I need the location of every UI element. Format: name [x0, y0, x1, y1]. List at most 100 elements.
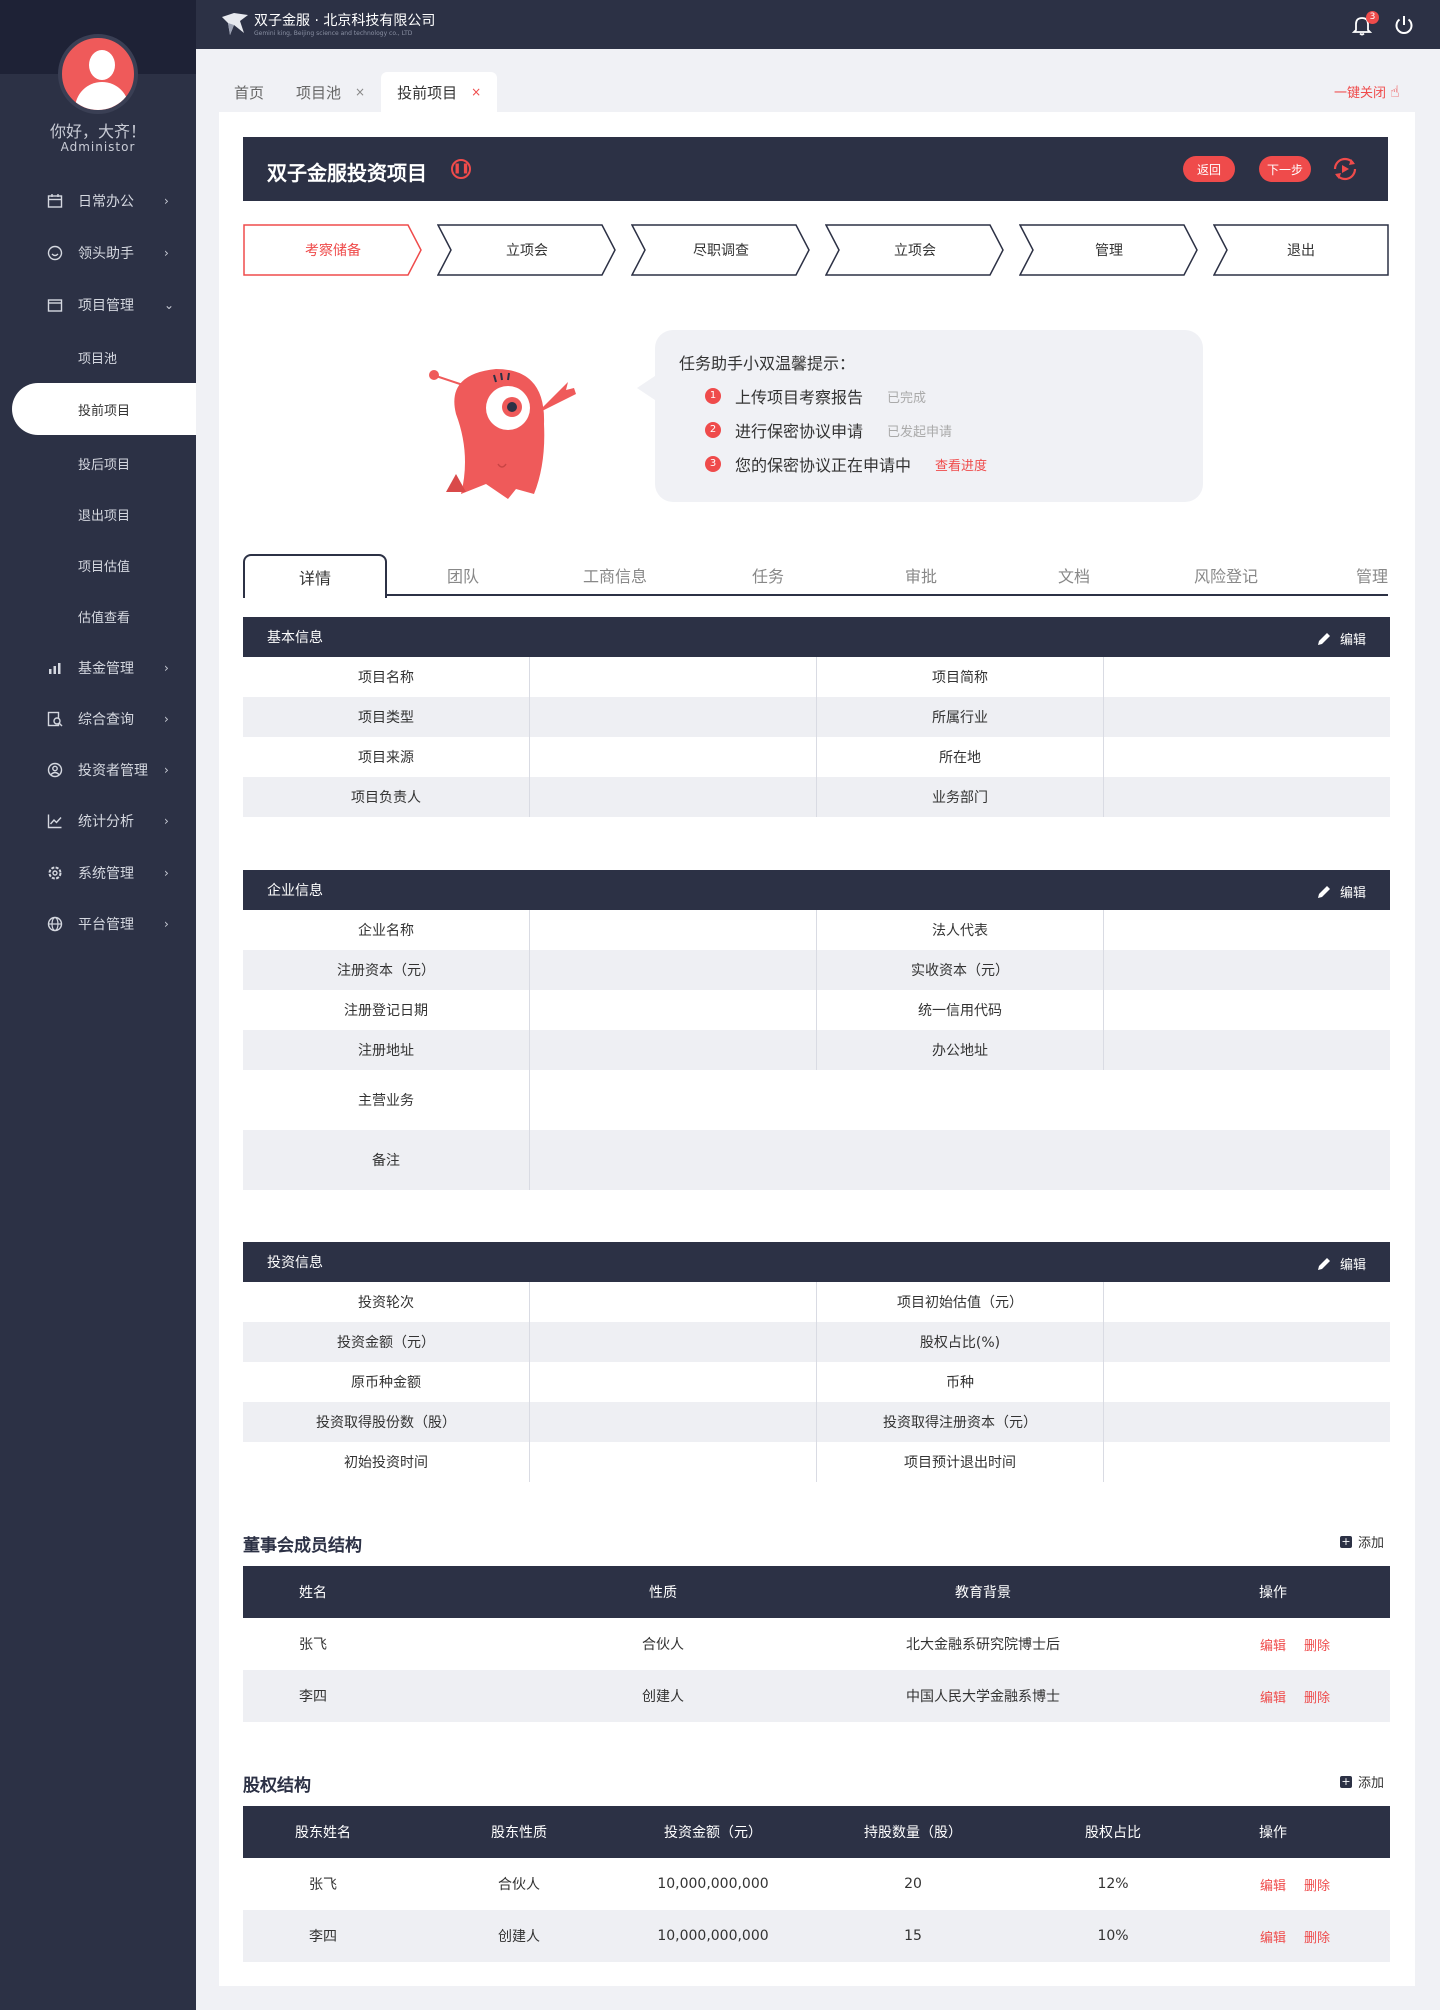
sidebar-sub-post-investment[interactable]: 投后项目 — [0, 443, 196, 483]
user-role: Administor — [60, 140, 136, 154]
step-inspection[interactable]: 考察储备 — [243, 224, 423, 276]
avatar[interactable] — [58, 34, 138, 114]
info-row: 项目名称 项目简称 — [243, 657, 1390, 697]
sidebar-item-label: 项目管理 — [78, 298, 134, 314]
tab-tasks[interactable]: 任务 — [696, 554, 840, 596]
sidebar-item-investor-management[interactable]: 投资者管理 › — [0, 750, 196, 790]
next-step-button[interactable]: 下一步 — [1259, 156, 1311, 182]
user-greeting: 你好，大齐！ — [49, 122, 146, 141]
info-row: 项目类型 所属行业 — [243, 697, 1390, 737]
tab-business-info[interactable]: 工商信息 — [543, 554, 687, 596]
board-table: 姓名 性质 教育背景 操作 张飞 合伙人 北大金融系研究院博士后 编辑 删除 李… — [243, 1566, 1390, 1722]
value-cell — [1104, 990, 1390, 1030]
tab-details[interactable]: 详情 — [243, 554, 387, 598]
step-approval-meeting-2[interactable]: 立项会 — [825, 224, 1005, 276]
value-cell — [1104, 777, 1390, 817]
chevron-right-icon: › — [164, 866, 169, 880]
add-board-member-button[interactable]: + 添加 — [1340, 1532, 1384, 1551]
value-cell — [530, 1402, 817, 1442]
info-row: 注册资本（元） 实收资本（元） — [243, 950, 1390, 990]
sidebar-item-statistics[interactable]: 统计分析 › — [0, 801, 196, 841]
sidebar-sub-valuation-view[interactable]: 估值查看 — [0, 596, 196, 636]
project-header: 双子金服投资项目 ❚❚ 返回 下一步 — [243, 137, 1388, 201]
tab-team[interactable]: 团队 — [391, 554, 535, 596]
equity-table: 股东姓名 股东性质 投资金额（元） 持股数量（股） 股权占比 操作 张飞 合伙人… — [243, 1806, 1390, 1962]
value-cell — [530, 777, 817, 817]
sidebar-item-lead-assistant[interactable]: 领头助手 › — [0, 233, 196, 273]
edit-button[interactable]: 编辑 — [1316, 1254, 1366, 1273]
edit-button[interactable]: 编辑 — [1316, 629, 1366, 648]
sidebar-item-label: 统计分析 — [78, 814, 134, 830]
brand-logo[interactable]: 双子金服 · 北京科技有限公司 Gemini king, Beijing sci… — [220, 10, 435, 37]
sidebar-sub-exit-project[interactable]: 退出项目 — [0, 494, 196, 534]
value-cell — [1104, 950, 1390, 990]
value-cell — [1104, 1362, 1390, 1402]
tab-risk-register[interactable]: 风险登记 — [1154, 554, 1298, 596]
step-management[interactable]: 管理 — [1019, 224, 1199, 276]
sidebar-sub-project-pool[interactable]: 项目池 — [0, 337, 196, 377]
info-row: 注册登记日期 统一信用代码 — [243, 990, 1390, 1030]
add-shareholder-button[interactable]: + 添加 — [1340, 1772, 1384, 1791]
edit-row-button[interactable]: 编辑 — [1255, 1618, 1291, 1670]
mascot-illustration — [429, 369, 576, 499]
view-progress-link[interactable]: 查看进度 — [935, 455, 987, 474]
close-icon[interactable]: × — [355, 85, 365, 99]
tab-pre-investment[interactable]: 投前项目 × — [381, 72, 498, 112]
power-icon[interactable] — [1393, 14, 1415, 36]
sidebar-item-fund-management[interactable]: 基金管理 › — [0, 648, 196, 688]
value-cell — [1104, 1282, 1390, 1322]
tip-item: 2 进行保密协议申请 已发起申请 — [705, 418, 952, 442]
refresh-play-icon[interactable] — [1331, 155, 1359, 183]
line-chart-icon — [46, 812, 64, 830]
value-cell — [530, 1282, 817, 1322]
sidebar-item-project-management[interactable]: 项目管理 ⌄ — [0, 285, 196, 325]
sidebar-sub-pre-investment[interactable]: 投前项目 — [12, 383, 196, 435]
step-due-diligence[interactable]: 尽职调查 — [631, 224, 811, 276]
gear-icon — [46, 864, 64, 882]
close-all-button[interactable]: 一键关闭 ☝ — [1334, 82, 1400, 101]
value-cell — [530, 950, 817, 990]
value-cell — [530, 1130, 1390, 1190]
close-icon[interactable]: × — [471, 85, 481, 99]
delete-row-button[interactable]: 删除 — [1299, 1858, 1335, 1910]
info-row: 注册地址 办公地址 — [243, 1030, 1390, 1070]
user-circle-icon — [46, 761, 64, 779]
section-title: 企业信息 — [267, 883, 323, 899]
tab-management[interactable]: 管理 — [1283, 554, 1388, 596]
chevron-right-icon: › — [164, 917, 169, 931]
delete-row-button[interactable]: 删除 — [1299, 1910, 1335, 1962]
edit-row-button[interactable]: 编辑 — [1255, 1858, 1291, 1910]
chevron-right-icon: › — [164, 194, 169, 208]
pencil-icon — [1317, 885, 1330, 898]
delete-row-button[interactable]: 删除 — [1299, 1618, 1335, 1670]
info-row: 项目来源 所在地 — [243, 737, 1390, 777]
sidebar-item-daily-office[interactable]: 日常办公 › — [0, 181, 196, 221]
sidebar-item-query[interactable]: 综合查询 › — [0, 699, 196, 739]
edit-button[interactable]: 编辑 — [1316, 882, 1366, 901]
equity-title: 股权结构 — [243, 1776, 311, 1796]
delete-row-button[interactable]: 删除 — [1299, 1670, 1335, 1722]
notification-badge: 3 — [1366, 11, 1379, 24]
section-title: 投资信息 — [267, 1255, 323, 1271]
info-row: 投资轮次 项目初始估值（元） — [243, 1282, 1390, 1322]
back-button[interactable]: 返回 — [1183, 156, 1235, 182]
step-approval-meeting[interactable]: 立项会 — [437, 224, 617, 276]
sidebar-item-system-management[interactable]: 系统管理 › — [0, 853, 196, 893]
edit-row-button[interactable]: 编辑 — [1255, 1910, 1291, 1962]
progress-steps: 考察储备 立项会 尽职调查 立项会 管理 退出 — [243, 224, 1389, 276]
sidebar-sub-valuation[interactable]: 项目估值 — [0, 545, 196, 585]
pause-icon[interactable]: ❚❚ — [451, 159, 471, 179]
info-row: 初始投资时间 项目预计退出时间 — [243, 1442, 1390, 1482]
tab-documents[interactable]: 文档 — [1002, 554, 1146, 596]
chevron-right-icon: › — [164, 763, 169, 777]
bar-chart-icon — [46, 659, 64, 677]
step-exit[interactable]: 退出 — [1213, 224, 1389, 276]
tab-project-pool[interactable]: 项目池 × — [280, 72, 381, 112]
value-cell — [530, 990, 817, 1030]
tab-home[interactable]: 首页 — [218, 72, 280, 112]
globe-icon — [46, 915, 64, 933]
sidebar-item-platform-management[interactable]: 平台管理 › — [0, 904, 196, 944]
value-cell — [1104, 910, 1390, 950]
edit-row-button[interactable]: 编辑 — [1255, 1670, 1291, 1722]
tab-approval[interactable]: 审批 — [849, 554, 993, 596]
